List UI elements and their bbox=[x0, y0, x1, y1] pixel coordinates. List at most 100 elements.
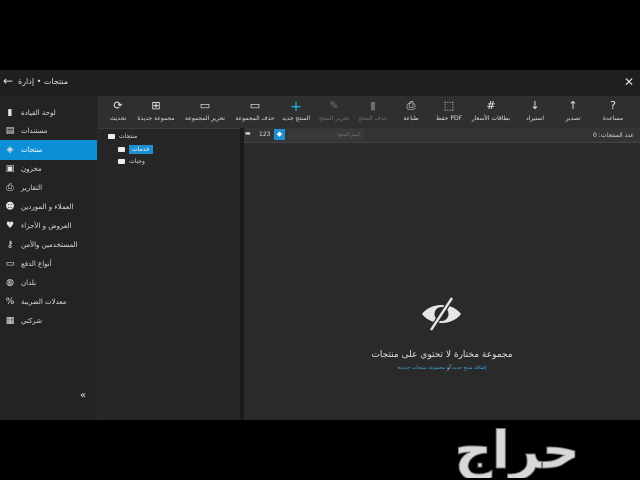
new-product-button[interactable]: + المنتج جديد bbox=[273, 96, 319, 128]
document-icon: ▤ bbox=[5, 126, 15, 136]
folder-icon bbox=[108, 134, 115, 139]
close-icon[interactable]: ✕ bbox=[624, 75, 634, 89]
sidebar-item-users-security[interactable]: ⚷ المستخدمين والأمن bbox=[0, 236, 97, 254]
toolbar-label: حذف المجموعة bbox=[235, 115, 275, 122]
printer-icon: ⎙ bbox=[406, 99, 416, 112]
sidebar: ▮ لوحة القيادة ▤ مستندات ◈ منتجات ▣ مخزو… bbox=[0, 96, 97, 420]
filter-bar: ▬ 123 ◆ عدد المنتجات: 0 bbox=[244, 128, 640, 143]
delete-group-button[interactable]: ▭ حذف المجموعة bbox=[232, 96, 278, 128]
refresh-button[interactable]: ⟳ تحديث bbox=[95, 96, 141, 128]
toolbar: ? مساعدة ↑ تصدير ↓ استيراد # بطاقات الأس… bbox=[98, 96, 640, 128]
sidebar-item-customers[interactable]: ☻ العملاء و الموردين bbox=[0, 198, 97, 216]
sidebar-item-documents[interactable]: ▤ مستندات bbox=[0, 122, 97, 140]
price-cards-button[interactable]: # بطاقات الأسعار bbox=[468, 96, 514, 128]
refresh-icon: ⟳ bbox=[113, 99, 123, 112]
toolbar-label: المنتج جديد bbox=[281, 115, 311, 122]
tag-icon: ◈ bbox=[6, 145, 14, 155]
toolbar-label: استيراد bbox=[526, 115, 544, 122]
tree-node-label: خدمات bbox=[129, 145, 153, 154]
sidebar-item-dashboard[interactable]: ▮ لوحة القيادة bbox=[0, 104, 97, 122]
sidebar-item-label: بلدان bbox=[21, 279, 37, 287]
printer-icon: ⎙ bbox=[6, 183, 14, 193]
chart-icon: ▮ bbox=[7, 108, 13, 118]
toolbar-label: تحرير المنتج bbox=[318, 115, 350, 122]
toolbar-label: طباعة bbox=[403, 115, 419, 122]
sidebar-item-label: مستندات bbox=[21, 127, 48, 135]
heart-icon: ♥ bbox=[5, 221, 15, 231]
sidebar-item-label: مخزون bbox=[21, 165, 42, 173]
sidebar-item-promotions[interactable]: ♥ العروض و الأجزاء bbox=[0, 217, 97, 235]
tree-node-root[interactable]: منتجات bbox=[108, 133, 137, 140]
empty-links: إضافة منتج جديد أو مجموعة منتجات جديدة bbox=[244, 365, 640, 371]
toolbar-label: حفظ PDF bbox=[435, 115, 463, 122]
tree-node-label: وجبات bbox=[129, 158, 145, 165]
count-chip[interactable]: 123 bbox=[259, 131, 270, 138]
pencil-icon: ✎ bbox=[329, 99, 339, 112]
product-count: عدد المنتجات: 0 bbox=[593, 132, 634, 139]
haraj-logo-icon: حراج bbox=[454, 421, 580, 479]
view-list-icon[interactable]: ▬ bbox=[245, 130, 255, 140]
folder-icon: ▭ bbox=[199, 99, 211, 112]
new-group-link[interactable]: مجموعة منتجات جديدة bbox=[398, 365, 446, 371]
toolbar-label: مساعدة bbox=[602, 115, 624, 122]
sidebar-item-countries[interactable]: ◍ بلدان bbox=[0, 274, 97, 292]
sidebar-item-label: شركتي bbox=[21, 317, 43, 325]
sidebar-item-inventory[interactable]: ▣ مخزون bbox=[0, 160, 97, 178]
export-icon: ↑ bbox=[568, 99, 578, 112]
tree-node-meals[interactable]: وجبات bbox=[118, 158, 145, 165]
new-group-icon: ⊞ bbox=[151, 99, 161, 112]
toolbar-label: تحديث bbox=[109, 115, 127, 122]
title-bar: ← منتجات • إدارة ✕ bbox=[0, 70, 640, 96]
sidebar-item-products[interactable]: ◈ منتجات bbox=[0, 140, 97, 160]
sidebar-item-my-company[interactable]: ▦ شركتي bbox=[0, 312, 97, 330]
products-pane: ▬ 123 ◆ عدد المنتجات: 0 مجموعة مختارة لا… bbox=[244, 128, 640, 420]
sidebar-item-reports[interactable]: ⎙ التقارير bbox=[0, 179, 97, 197]
top-letterbox bbox=[0, 0, 640, 60]
sidebar-item-label: التقارير bbox=[21, 184, 43, 192]
users-icon: ☻ bbox=[5, 202, 15, 212]
tree-node-services[interactable]: خدمات bbox=[118, 145, 153, 154]
plus-icon: + bbox=[290, 99, 302, 115]
folder-delete-icon: ▭ bbox=[249, 99, 261, 112]
box-icon: ▣ bbox=[5, 164, 15, 174]
hash-icon: # bbox=[486, 99, 496, 112]
trash-icon: ▮ bbox=[369, 99, 377, 112]
tag-filter-icon[interactable]: ◆ bbox=[274, 129, 285, 140]
sidebar-item-label: لوحة القيادة bbox=[21, 109, 56, 117]
watermark-text: حراج bbox=[454, 421, 579, 478]
or-text: أو bbox=[446, 365, 451, 371]
arrow-left-icon[interactable]: ← bbox=[3, 74, 13, 88]
tree-node-label: منتجات bbox=[119, 133, 138, 140]
toolbar-label: مجموعة جديدة bbox=[137, 115, 175, 122]
sidebar-item-label: معدلات الضريبة bbox=[21, 298, 67, 306]
sidebar-item-tax-rates[interactable]: % معدلات الضريبة bbox=[0, 293, 97, 311]
globe-icon: ◍ bbox=[6, 278, 14, 288]
add-product-link[interactable]: إضافة منتج جديد bbox=[452, 365, 486, 371]
import-icon: ↓ bbox=[530, 99, 540, 112]
search-input[interactable] bbox=[288, 129, 364, 140]
empty-message: مجموعة مختارة لا تحتوي على منتجات bbox=[371, 350, 513, 360]
sidebar-item-payment-types[interactable]: ▭ أنواع الدفع bbox=[0, 255, 97, 273]
toolbar-label: تصدير bbox=[565, 115, 581, 122]
edit-group-button[interactable]: ▭ تحرير المجموعة bbox=[182, 96, 228, 128]
card-icon: ▭ bbox=[5, 259, 15, 269]
sidebar-item-label: العروض و الأجزاء bbox=[21, 222, 72, 230]
sidebar-item-label: منتجات bbox=[21, 146, 43, 154]
breadcrumb: منتجات • إدارة bbox=[18, 77, 69, 86]
help-icon: ? bbox=[610, 99, 616, 112]
toolbar-label: حذف المنتج bbox=[358, 115, 388, 122]
eye-off-icon bbox=[422, 296, 461, 332]
percent-icon: % bbox=[5, 297, 15, 307]
double-chevron-left-icon[interactable]: « bbox=[80, 390, 86, 401]
company-icon: ▦ bbox=[5, 316, 15, 326]
folder-icon bbox=[118, 159, 125, 164]
help-button[interactable]: ? مساعدة bbox=[590, 96, 636, 128]
sidebar-item-label: أنواع الدفع bbox=[21, 260, 52, 268]
group-tree: منتجات خدمات وجبات bbox=[98, 128, 240, 421]
toolbar-label: بطاقات الأسعار bbox=[471, 115, 511, 122]
sidebar-item-label: العملاء و الموردين bbox=[21, 203, 74, 211]
app-window: ← منتجات • إدارة ✕ ▮ لوحة القيادة ▤ مستن… bbox=[0, 70, 640, 421]
import-button[interactable]: ↓ استيراد bbox=[512, 96, 558, 128]
key-icon: ⚷ bbox=[6, 240, 14, 250]
folder-icon bbox=[118, 147, 125, 152]
